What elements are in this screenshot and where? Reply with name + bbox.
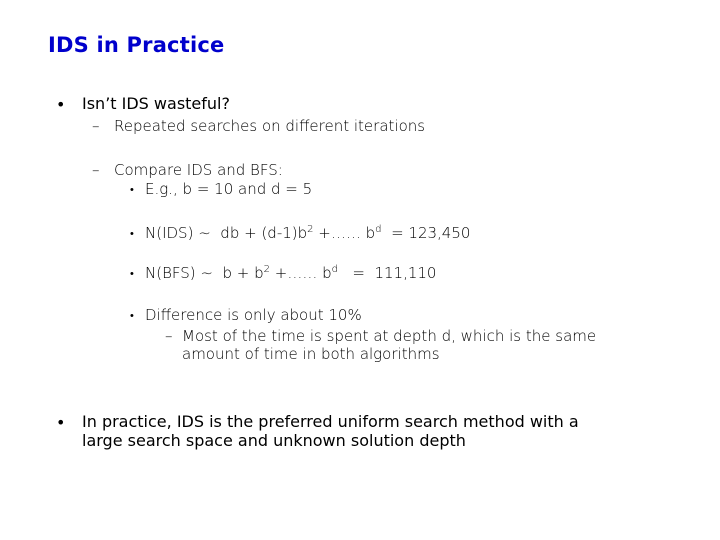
- formula-bfs-result: = 111,110: [338, 264, 437, 282]
- conclusion-line2: large search space and unknown solution …: [82, 431, 466, 450]
- small-bullet-marker: •: [130, 267, 134, 280]
- dash-marker: –: [165, 327, 173, 345]
- conclusion-line1: In practice, IDS is the preferred unifor…: [82, 412, 579, 431]
- depth-explanation-line1: Most of the time is spent at depth d, wh…: [182, 327, 597, 345]
- formula-ids-mid: +…… b: [313, 224, 376, 242]
- bullet-text-wasteful: Isn’t IDS wasteful?: [82, 94, 230, 113]
- sub-bullet-repeated-searches: Repeated searches on different iteration…: [114, 117, 426, 135]
- dash-marker: –: [92, 117, 100, 135]
- small-bullet-marker: •: [130, 309, 134, 322]
- dash-marker: –: [92, 161, 100, 179]
- example-values: E.g., b = 10 and d = 5: [145, 180, 313, 198]
- difference-text: Difference is only about 10%: [145, 306, 362, 324]
- formula-bfs-mid: +…… b: [270, 264, 332, 282]
- small-bullet-marker: •: [130, 227, 134, 240]
- slide-title: IDS in Practice: [48, 33, 225, 57]
- formula-ids: N(IDS) ~ db + (d-1)b2 +…… bd = 123,450: [145, 224, 470, 242]
- depth-explanation-line2: amount of time in both algorithms: [182, 345, 440, 363]
- formula-bfs: N(BFS) ~ b + b2 +…… bd = 111,110: [145, 264, 436, 282]
- formula-bfs-lhs: N(BFS) ~ b + b: [145, 264, 264, 282]
- small-bullet-marker: •: [130, 183, 134, 196]
- sub-bullet-compare: Compare IDS and BFS:: [114, 161, 283, 179]
- formula-ids-result: = 123,450: [381, 224, 471, 242]
- bullet-marker: •: [56, 95, 66, 114]
- bullet-marker: •: [56, 413, 66, 432]
- formula-ids-lhs: N(IDS) ~ db + (d-1)b: [145, 224, 308, 242]
